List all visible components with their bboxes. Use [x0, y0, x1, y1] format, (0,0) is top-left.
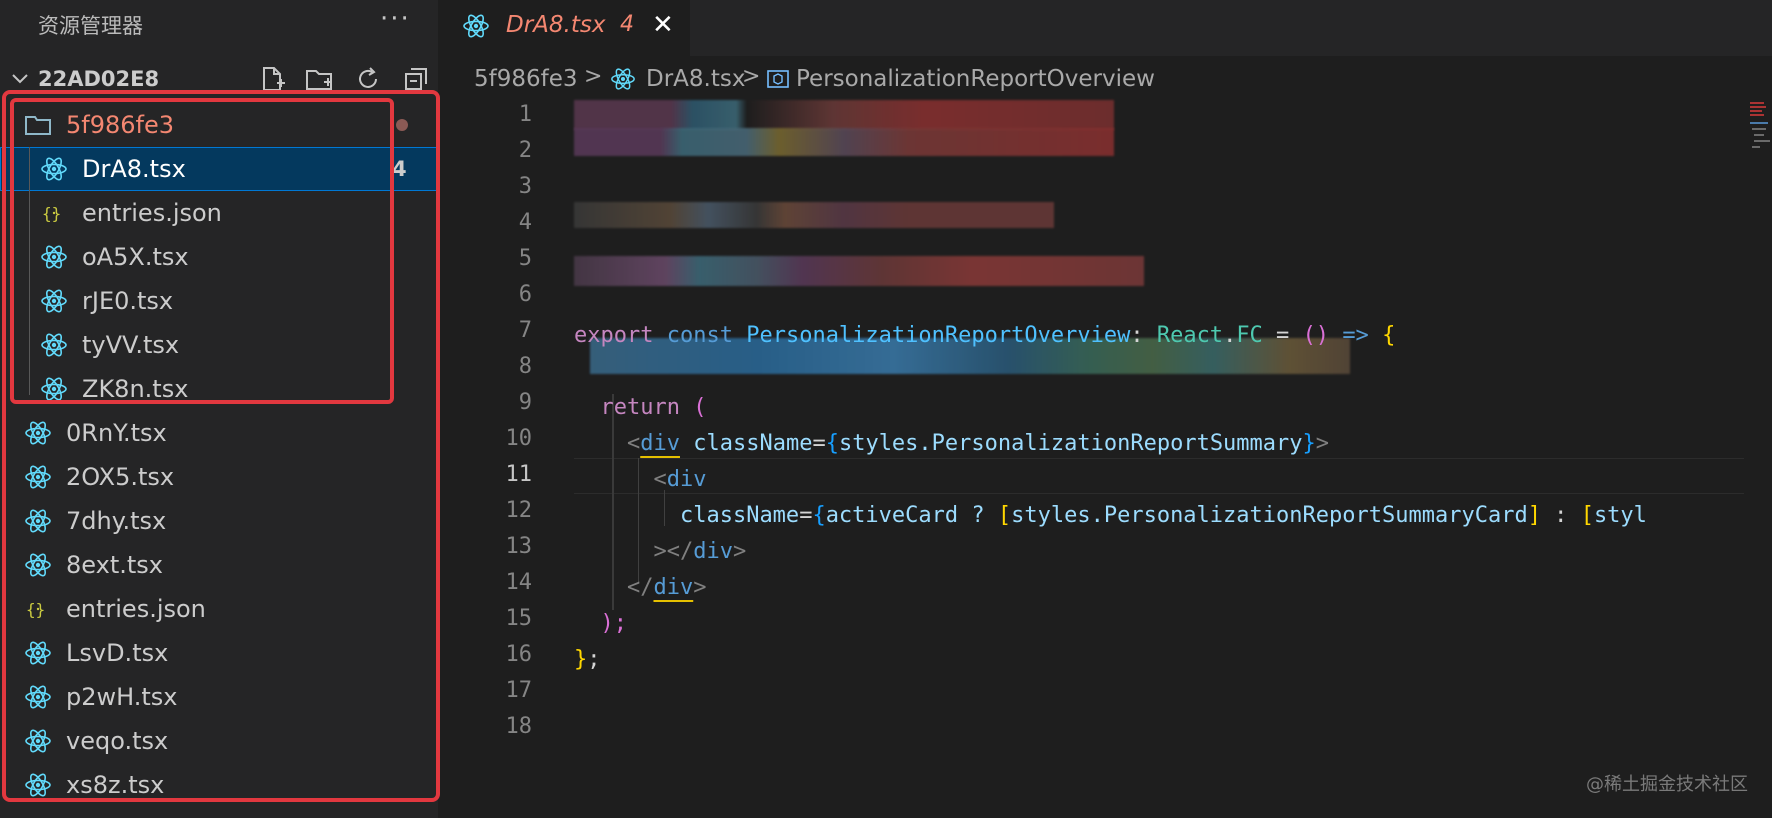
tab-problem-badge: 4	[620, 12, 634, 37]
token-tag: div	[653, 575, 694, 600]
line-number: 13	[505, 534, 533, 559]
line-number: 15	[505, 606, 533, 631]
code-line-8: export const PersonalizationReportOvervi…	[574, 318, 1395, 354]
explorer-header: 资源管理器 ···	[0, 0, 438, 48]
token-tag-punct: >	[732, 539, 747, 564]
breadcrumb-separator: >	[742, 64, 761, 89]
code-line-13: className={activeCard ? [styles.Personal…	[574, 498, 1647, 534]
line-number: 8	[518, 354, 532, 379]
token-type: FC	[1236, 323, 1263, 348]
line-number: 7	[518, 318, 532, 343]
line-number: 10	[505, 426, 533, 451]
explorer-title: 资源管理器	[38, 14, 143, 38]
line-number: 17	[505, 678, 533, 703]
token-expression: styl	[1593, 503, 1647, 528]
token-type: React	[1156, 323, 1224, 348]
token-tag-punct: >	[1315, 431, 1330, 456]
token-bracket: ()	[1302, 323, 1330, 348]
token-bracket: {	[825, 431, 839, 456]
token-bracket: {	[812, 503, 826, 528]
breadcrumb-file[interactable]: DrA8.tsx	[646, 66, 745, 92]
token-punct: :	[1130, 323, 1144, 348]
token-attribute: className	[679, 503, 800, 528]
line-number: 3	[518, 174, 532, 199]
token-storage: const	[666, 323, 733, 348]
token-tag: div	[640, 431, 680, 456]
line-number-active: 11	[505, 462, 533, 487]
token-tag-punct: <	[626, 431, 641, 456]
more-actions-icon[interactable]: ···	[380, 4, 411, 34]
token-punct: ;	[587, 647, 601, 672]
tab-active-file[interactable]: DrA8.tsx 4 ✕	[440, 0, 690, 56]
editor-area: DrA8.tsx 4 ✕ 5f986fe3 > DrA8.tsx > Perso…	[440, 0, 1772, 818]
symbol-variable-icon	[767, 70, 789, 88]
code-line-15: </div>	[574, 570, 707, 606]
token-tag: div	[693, 539, 733, 564]
token-expression: activeCard ?	[825, 503, 998, 528]
token-tag-punct: <	[653, 467, 667, 492]
breadcrumb-separator: >	[584, 64, 603, 89]
line-number: 4	[518, 210, 532, 235]
token-keyword: export	[574, 323, 654, 348]
chevron-down-icon	[12, 74, 28, 84]
workspace-root-label: 22AD02E8	[38, 67, 160, 91]
token-punct: :	[1540, 503, 1581, 528]
code-line-11: <div className={styles.PersonalizationRe…	[574, 426, 1329, 462]
token-bracket: }	[1302, 431, 1316, 456]
token-bracket: [	[997, 503, 1012, 528]
token-punct: =	[812, 431, 826, 456]
token-tag-punct: >	[693, 575, 707, 600]
line-number: 16	[505, 642, 533, 667]
refresh-icon	[359, 67, 377, 88]
line-number: 5	[518, 246, 532, 271]
tab-label: DrA8.tsx	[506, 12, 606, 38]
token-bracket: (	[693, 395, 707, 420]
breadcrumb-folder[interactable]: 5f986fe3	[474, 66, 578, 92]
line-number: 2	[518, 138, 532, 163]
token-bracket: [	[1580, 503, 1594, 528]
code-line-14: ></div>	[574, 534, 746, 570]
line-number: 6	[518, 282, 532, 307]
annotation-box-inner	[10, 98, 394, 404]
code-content[interactable]: export const PersonalizationReportOvervi…	[574, 102, 1744, 752]
new-folder-icon	[306, 70, 332, 90]
token-arrow: =>	[1342, 323, 1369, 348]
token-keyword: return	[600, 395, 680, 420]
code-line-16: );	[574, 606, 628, 642]
line-number: 1	[518, 102, 532, 127]
code-line-17: };	[574, 642, 601, 678]
tab-bar: DrA8.tsx 4 ✕	[440, 0, 1772, 56]
new-file-icon	[263, 67, 285, 91]
token-bracket: }	[574, 647, 588, 672]
collapse-all-icon	[405, 68, 427, 90]
token-punct: =	[1262, 323, 1303, 348]
breadcrumb: 5f986fe3 > DrA8.tsx > PersonalizationRep…	[440, 56, 1772, 100]
line-number: 12	[505, 498, 533, 523]
minimap[interactable]	[1740, 100, 1772, 180]
code-line-10: return (	[574, 390, 707, 426]
token-punct: =	[799, 503, 813, 528]
token-bracket: {	[1382, 323, 1396, 348]
code-line-12: <div	[574, 462, 706, 498]
line-number: 18	[505, 714, 533, 739]
token-identifier: PersonalizationReportOverview	[746, 323, 1131, 348]
token-tag-punct: ></	[653, 539, 694, 564]
token-bracket: ]	[1527, 503, 1541, 528]
token-bracket: );	[600, 611, 628, 636]
token-expression: styles.PersonalizationReportSummary	[838, 431, 1303, 456]
explorer-sidebar: 资源管理器 ··· 22AD02E8 5f986fe3 DrA8.tsx 4 {…	[0, 0, 440, 818]
close-icon[interactable]: ✕	[652, 10, 674, 40]
token-expression: styles.PersonalizationReportSummaryCard	[1011, 503, 1528, 528]
react-icon	[611, 68, 635, 90]
breadcrumb-symbol[interactable]: PersonalizationReportOverview	[796, 66, 1155, 92]
token-tag: div	[666, 467, 707, 492]
token-punct: .	[1223, 323, 1237, 348]
token-attribute: className	[693, 431, 813, 456]
token-tag-punct: </	[626, 575, 654, 600]
watermark: @稀土掘金技术社区	[1586, 774, 1748, 795]
line-number: 9	[518, 390, 532, 415]
react-icon	[463, 14, 489, 38]
line-number: 14	[505, 570, 533, 595]
